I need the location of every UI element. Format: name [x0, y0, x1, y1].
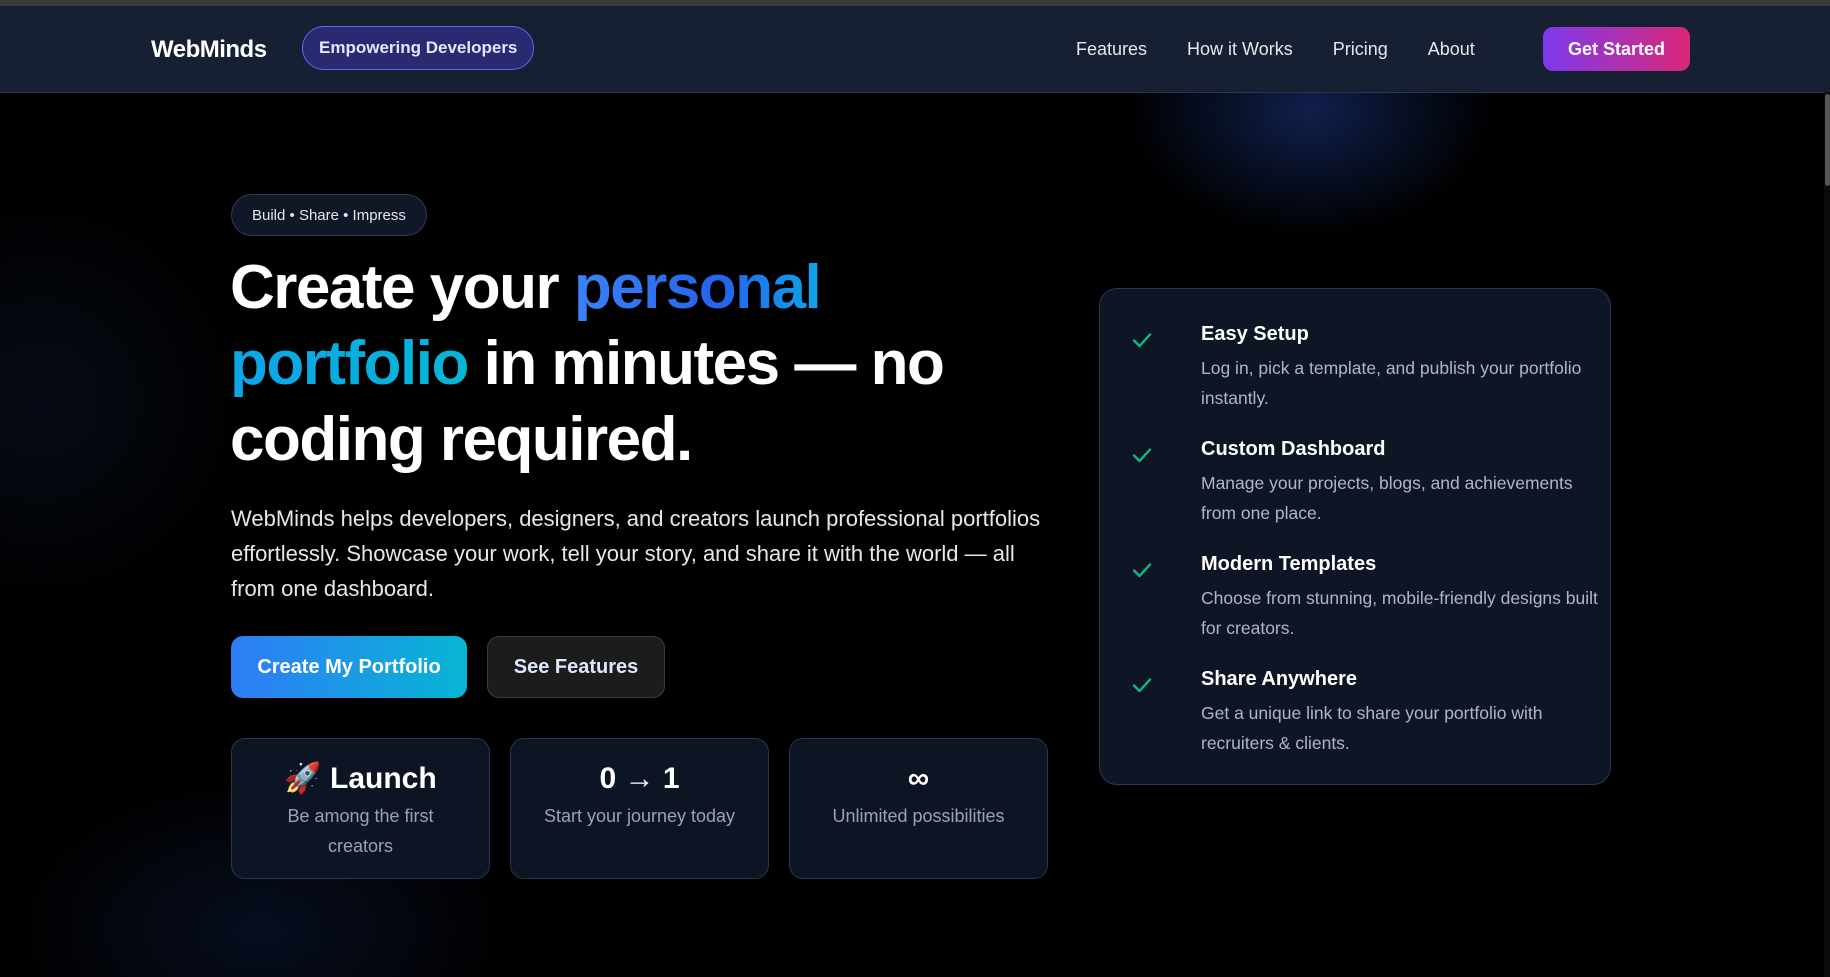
feature-title: Easy Setup: [1201, 323, 1309, 345]
create-portfolio-button[interactable]: Create My Portfolio: [231, 636, 467, 698]
nav-links: Features How it Works Pricing About: [1076, 39, 1515, 60]
headline-accent-personal: personal: [573, 253, 822, 322]
stat-title: 🚀 Launch: [284, 762, 437, 795]
stat-description: Be among the first creators: [287, 806, 434, 856]
check-icon: [1132, 448, 1152, 463]
hero-headline: Create your personal portfolio in minutes…: [230, 250, 1050, 478]
nav-link-about[interactable]: About: [1428, 39, 1475, 60]
tagline-pill: Empowering Developers: [302, 26, 535, 70]
feature-description: Choose from stunning, mobile-friendly de…: [1201, 588, 1598, 638]
stat-description: Start your journey today: [543, 806, 736, 826]
headline-part-1: Create your: [230, 253, 574, 322]
stat-title: 0 → 1: [599, 762, 680, 795]
hero-description: WebMinds helps developers, designers, an…: [231, 506, 1041, 601]
page: WebMinds Empowering Developers Features …: [0, 0, 1830, 977]
check-icon: [1132, 678, 1152, 693]
brand-logo[interactable]: WebMinds: [151, 36, 267, 64]
check-icon: [1132, 333, 1152, 348]
feature-description: Get a unique link to share your portfoli…: [1201, 703, 1543, 753]
feature-title: Share Anywhere: [1201, 668, 1357, 690]
nav-link-pricing[interactable]: Pricing: [1333, 39, 1388, 60]
feature-description: Manage your projects, blogs, and achieve…: [1201, 473, 1573, 523]
see-features-button[interactable]: See Features: [487, 636, 665, 698]
stat-card-launch: 🚀 Launch Be among the first creators: [231, 738, 490, 879]
stat-title: ∞: [907, 762, 930, 795]
features-card: Easy Setup Log in, pick a template, and …: [1099, 288, 1611, 785]
top-navbar: WebMinds Empowering Developers Features …: [0, 6, 1830, 93]
nav-link-how-it-works[interactable]: How it Works: [1187, 39, 1293, 60]
check-icon: [1132, 563, 1152, 578]
scrollbar-track[interactable]: [1824, 92, 1830, 977]
nav-link-features[interactable]: Features: [1076, 39, 1147, 60]
stat-description: Unlimited possibilities: [832, 806, 1005, 826]
get-started-button[interactable]: Get Started: [1543, 27, 1690, 71]
feature-title: Custom Dashboard: [1201, 438, 1386, 460]
feature-title: Modern Templates: [1201, 553, 1377, 575]
stat-card-unlimited: ∞ Unlimited possibilities: [789, 738, 1048, 879]
hero-tagline-badge: Build • Share • Impress: [231, 194, 427, 236]
stats-row: 🚀 Launch Be among the first creators 0 →…: [231, 738, 1068, 879]
stat-card-journey: 0 → 1 Start your journey today: [510, 738, 769, 879]
headline-accent-portfolio: portfolio: [230, 329, 469, 398]
feature-description: Log in, pick a template, and publish you…: [1201, 358, 1582, 408]
scrollbar-thumb[interactable]: [1825, 94, 1830, 186]
